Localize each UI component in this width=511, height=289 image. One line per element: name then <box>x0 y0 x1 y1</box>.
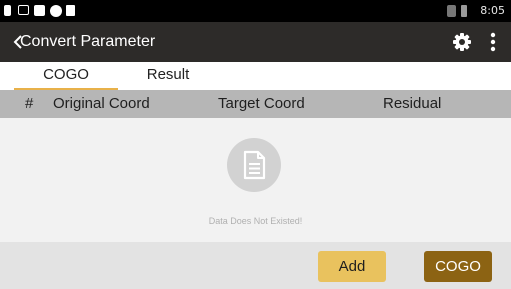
tab-cogo[interactable]: COGO <box>14 66 118 90</box>
no-sim-icon <box>447 5 456 17</box>
document-icon <box>227 138 281 192</box>
battery-icon <box>461 5 467 17</box>
clock: 8:05 <box>480 4 505 17</box>
cogo-button[interactable]: COGO <box>424 251 492 282</box>
add-button[interactable]: Add <box>318 251 386 282</box>
table-header: # Original Coord Target Coord Residual <box>0 90 511 118</box>
image-icon <box>18 5 29 15</box>
page-title: Convert Parameter <box>20 33 156 50</box>
notification-icon <box>4 5 11 16</box>
tab-result[interactable]: Result <box>118 66 218 90</box>
empty-state: Data Does Not Existed! <box>0 118 511 242</box>
status-bar: 8:05 <box>0 0 511 22</box>
more-vert-icon[interactable] <box>483 30 503 54</box>
lock-icon <box>66 5 75 16</box>
tab-cogo-label: COGO <box>43 66 89 83</box>
tab-result-label: Result <box>146 66 190 83</box>
app-icon <box>34 5 45 16</box>
column-header-index: # <box>25 95 34 112</box>
column-header-residual: Residual <box>383 95 442 112</box>
column-header-original-coord: Original Coord <box>53 95 150 112</box>
tab-bar: COGO Result <box>0 62 511 90</box>
gear-icon[interactable] <box>451 31 473 53</box>
empty-message: Data Does Not Existed! <box>208 216 303 226</box>
circle-icon <box>50 5 62 17</box>
app-bar: Convert Parameter <box>0 22 511 62</box>
column-header-target-coord: Target Coord <box>218 95 305 112</box>
action-bar: Add COGO <box>0 242 511 289</box>
